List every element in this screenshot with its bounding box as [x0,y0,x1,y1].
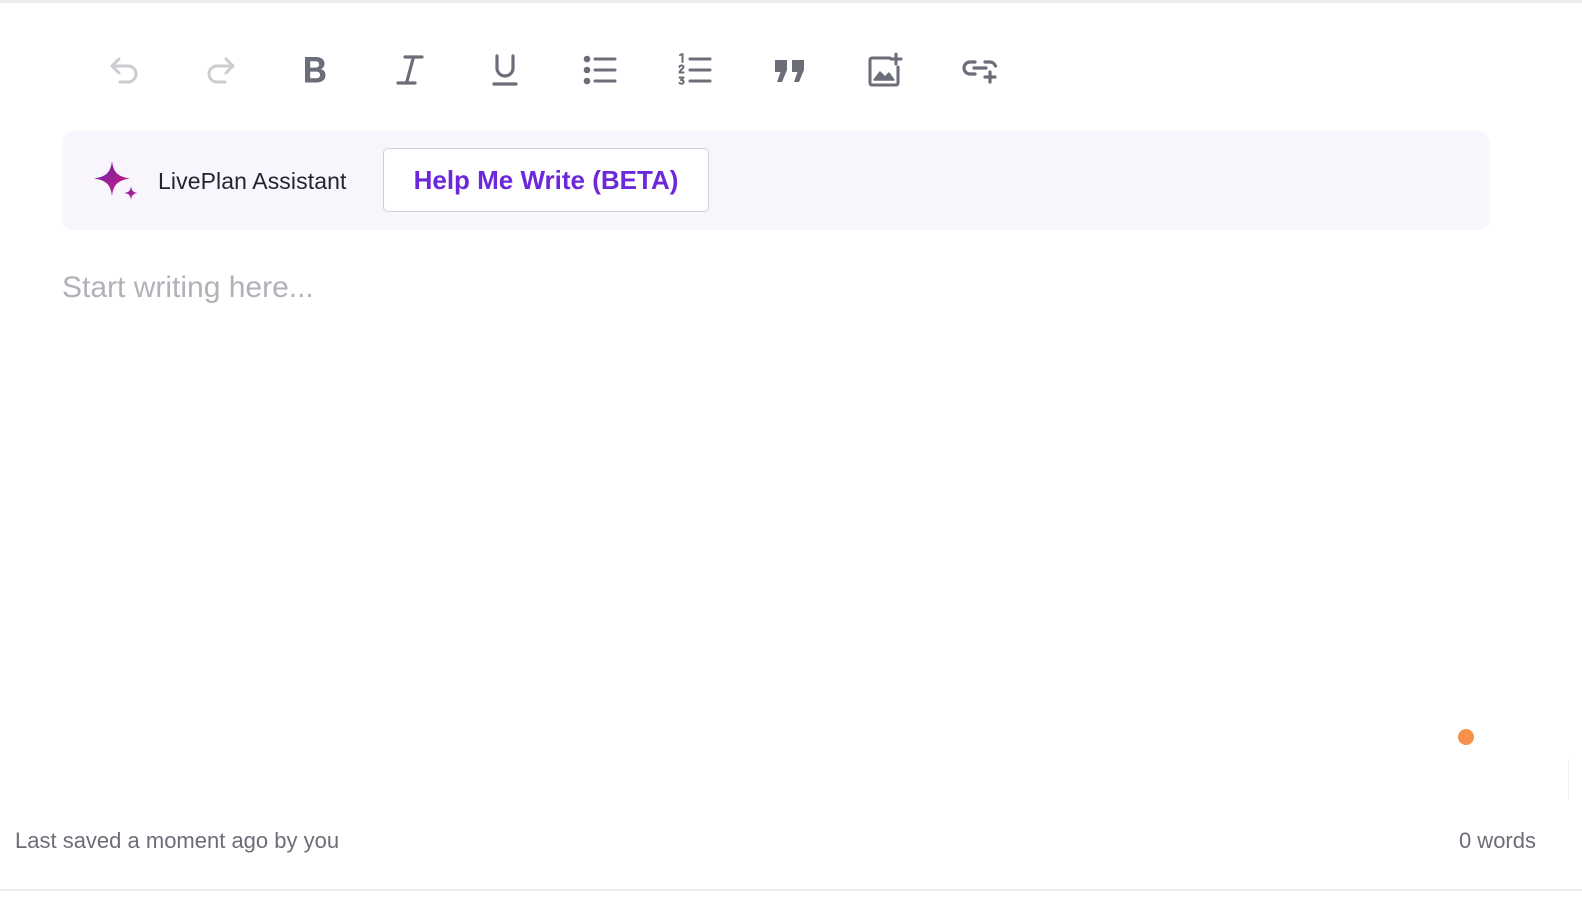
blockquote-button[interactable] [768,48,812,92]
sparkle-icon [94,161,138,200]
word-count: 0 words [1458,828,1536,853]
liveplan-assistant-bar: LivePlan Assistant Help Me Write (BETA) [62,131,1490,230]
insert-link-icon [962,60,998,84]
formatting-toolbar [103,48,1002,92]
undo-button[interactable] [103,48,147,92]
blockquote-icon [775,60,804,82]
bulleted-list-icon [583,55,617,85]
insert-image-icon [868,52,903,87]
redo-icon [207,57,235,84]
insert-link-button[interactable] [958,48,1002,92]
help-me-write-button[interactable]: Help Me Write (BETA) [383,148,709,212]
last-saved-status: Last saved a moment ago by you [15,828,340,853]
status-dot [1458,729,1474,745]
editor-content-area[interactable]: Start writing here... [62,271,1490,711]
underline-icon [492,54,518,86]
underline-button[interactable] [483,48,527,92]
assistant-label: LivePlan Assistant [158,168,347,194]
italic-icon [396,55,424,85]
numbered-list-button[interactable] [673,48,717,92]
bold-button[interactable] [293,48,337,92]
panel-edge [1568,759,1582,799]
numbered-list-icon [678,53,712,85]
insert-image-button[interactable] [863,48,907,92]
bulleted-list-button[interactable] [578,48,622,92]
bottom-divider [0,889,1582,891]
rich-text-editor: LivePlan Assistant Help Me Write (BETA) … [0,0,1582,898]
redo-button[interactable] [198,48,242,92]
undo-icon [110,57,138,84]
bold-icon [305,57,326,83]
editor-placeholder: Start writing here... [62,271,314,304]
italic-button[interactable] [388,48,432,92]
